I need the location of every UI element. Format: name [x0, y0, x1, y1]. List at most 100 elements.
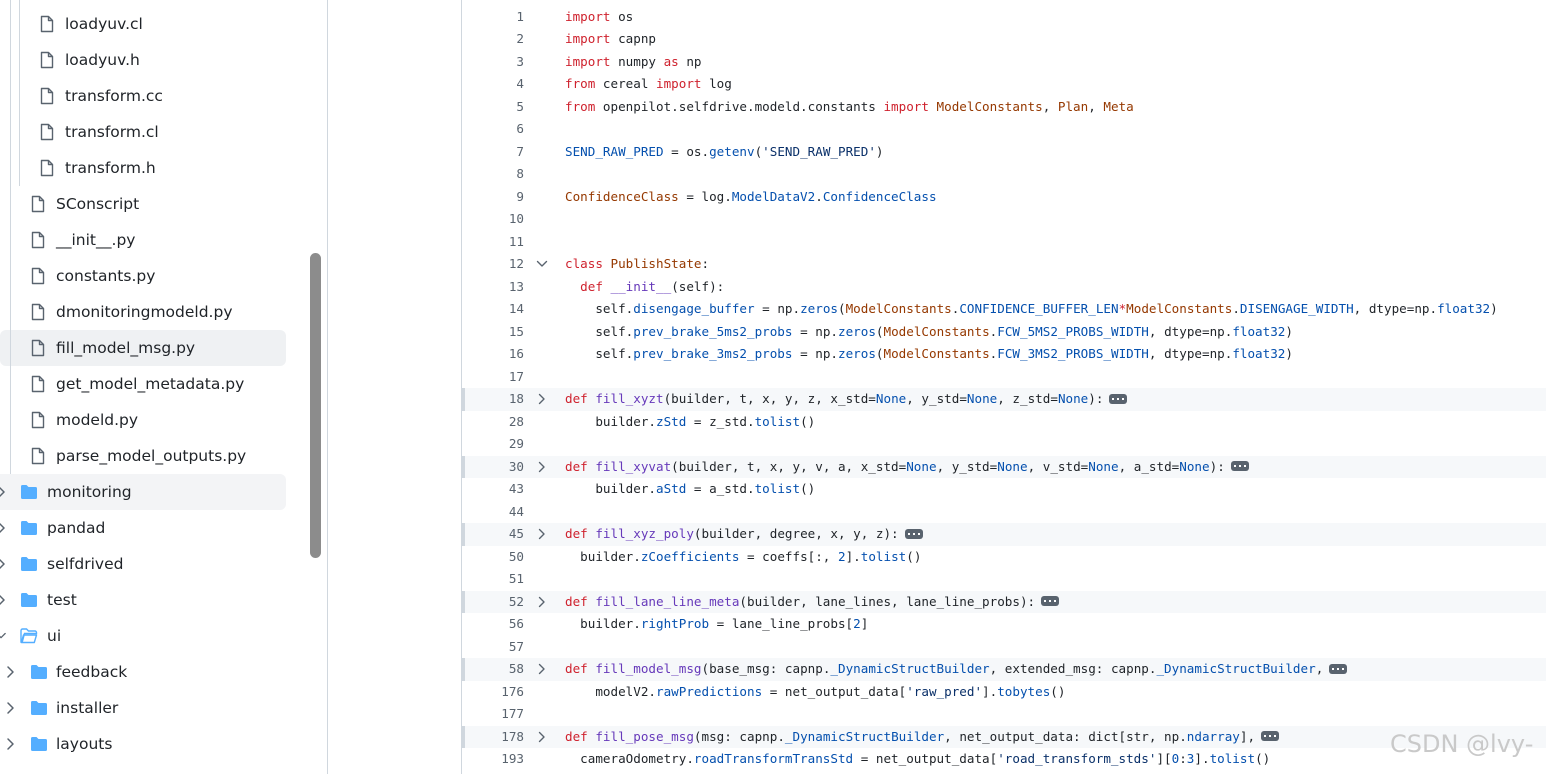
line-number[interactable]: 7 [462, 141, 524, 164]
tree-item-label: parse_model_outputs.py [56, 447, 247, 465]
tree-file-row[interactable]: transform.cc [0, 78, 286, 114]
tree-file-row[interactable]: dmonitoringmodeld.py [0, 294, 286, 330]
ellipsis-icon[interactable] [904, 528, 923, 539]
line-number[interactable]: 45 [462, 523, 524, 546]
line-number[interactable]: 176 [462, 681, 524, 704]
tree-file-row[interactable]: parse_model_outputs.py [0, 438, 286, 474]
code-line: 4 from cereal import log [462, 73, 1546, 96]
fold-collapse-icon[interactable] [536, 258, 548, 270]
code-text: import numpy as np [565, 53, 702, 69]
chevron-right-icon[interactable] [0, 485, 6, 499]
line-number[interactable]: 57 [462, 636, 524, 659]
ellipsis-icon[interactable] [1261, 731, 1280, 741]
tree-file-row[interactable]: loadyuv.h [0, 42, 286, 78]
tree-folder-row[interactable]: selfdrived [0, 546, 286, 582]
line-number[interactable]: 17 [462, 366, 524, 389]
tree-folder-row[interactable]: feedback [0, 654, 286, 690]
tree-folder-row[interactable]: ui [0, 618, 286, 654]
code-text: builder.rightProb = lane_line_probs[2] [565, 616, 869, 631]
code-line: 43 builder.aStd = a_std.tolist() [462, 478, 1546, 501]
tree-folder-row[interactable]: test [0, 582, 286, 618]
tree-file-row[interactable]: transform.h [0, 150, 286, 186]
code-text: import os [565, 8, 634, 24]
line-number[interactable]: 52 [462, 591, 524, 614]
ellipsis-icon[interactable] [1329, 663, 1348, 674]
ellipsis-icon[interactable] [1230, 461, 1249, 471]
tree-file-row[interactable]: __init__.py [0, 222, 286, 258]
line-number[interactable]: 4 [462, 73, 524, 96]
line-number[interactable]: 5 [462, 96, 524, 119]
fold-expand-icon[interactable] [536, 461, 548, 473]
tree-item-label: transform.cl [65, 123, 159, 141]
file-icon [31, 195, 45, 213]
chevron-right-icon[interactable] [5, 737, 15, 751]
line-number[interactable]: 56 [462, 613, 524, 636]
tree-file-row[interactable]: loadyuv.cl [0, 6, 286, 42]
code-viewer: 1 import os 2 import capnp 3 import numpy as … [462, 0, 1546, 774]
tree-folder-row[interactable]: pandad [0, 510, 286, 546]
pane-divider[interactable] [327, 0, 328, 774]
line-number[interactable]: 14 [462, 298, 524, 321]
fold-expand-icon[interactable] [536, 731, 548, 743]
tree-file-row[interactable]: modeld.py [0, 402, 286, 438]
code-text: def fill_xyz_poly(builder, degree, x, y,… [565, 523, 923, 546]
folder-icon [21, 593, 37, 607]
line-number[interactable]: 2 [462, 28, 524, 51]
line-number[interactable]: 16 [462, 343, 524, 366]
tree-folder-row[interactable]: layouts [0, 726, 286, 762]
fold-expand-icon[interactable] [536, 393, 548, 405]
line-number[interactable]: 11 [462, 231, 524, 254]
line-number[interactable]: 178 [462, 726, 524, 749]
line-number[interactable]: 51 [462, 568, 524, 591]
code-text: self.prev_brake_3ms2_probs = np.zeros(Mo… [565, 346, 1293, 361]
line-number[interactable]: 9 [462, 186, 524, 209]
chevron-right-icon[interactable] [5, 665, 15, 679]
tree-folder-row[interactable]: monitoring [0, 474, 286, 510]
file-icon [40, 123, 54, 141]
line-number[interactable]: 177 [462, 703, 524, 726]
line-number[interactable]: 50 [462, 546, 524, 569]
line-number[interactable]: 44 [462, 501, 524, 524]
line-number[interactable]: 58 [462, 658, 524, 681]
tree-file-row[interactable]: SConscript [0, 186, 286, 222]
line-number[interactable]: 193 [462, 748, 524, 771]
chevron-right-icon[interactable] [0, 521, 6, 535]
code-text: from cereal import log [565, 76, 732, 91]
line-number[interactable]: 3 [462, 51, 524, 74]
line-number[interactable]: 30 [462, 456, 524, 479]
chevron-down-icon[interactable] [0, 629, 6, 643]
tree-item-label: loadyuv.h [65, 51, 140, 69]
code-line: 9 ConfidenceClass = log.ModelDataV2.Confi… [462, 186, 1546, 209]
ellipsis-icon[interactable] [1109, 393, 1128, 404]
code-line: 176 modelV2.rawPredictions = net_output_… [462, 681, 1546, 704]
line-number[interactable]: 18 [462, 388, 524, 411]
fold-expand-icon[interactable] [536, 528, 548, 540]
line-number[interactable]: 13 [462, 276, 524, 299]
tree-folder-row[interactable]: installer [0, 690, 286, 726]
tree-file-row[interactable]: fill_model_msg.py [0, 330, 286, 366]
line-number[interactable]: 6 [462, 118, 524, 141]
code-text: self.disengage_buffer = np.zeros(ModelCo… [565, 301, 1498, 316]
line-number[interactable]: 10 [462, 208, 524, 231]
line-number[interactable]: 12 [462, 253, 524, 276]
file-icon [31, 231, 45, 249]
line-number[interactable]: 8 [462, 163, 524, 186]
line-number[interactable]: 43 [462, 478, 524, 501]
code-line: 18 def fill_xyzt(builder, t, x, y, z, x_s… [462, 388, 1546, 411]
fold-expand-icon[interactable] [536, 596, 548, 608]
folder-icon [31, 701, 47, 715]
file-icon [31, 267, 45, 285]
line-number[interactable]: 29 [462, 433, 524, 456]
scrollbar-thumb[interactable] [310, 253, 321, 558]
tree-file-row[interactable]: get_model_metadata.py [0, 366, 286, 402]
chevron-right-icon[interactable] [5, 701, 15, 715]
tree-file-row[interactable]: transform.cl [0, 114, 286, 150]
chevron-right-icon[interactable] [0, 557, 6, 571]
line-number[interactable]: 28 [462, 411, 524, 434]
ellipsis-icon[interactable] [1041, 596, 1060, 606]
line-number[interactable]: 1 [462, 6, 524, 29]
chevron-right-icon[interactable] [0, 593, 6, 607]
fold-expand-icon[interactable] [536, 663, 548, 675]
line-number[interactable]: 15 [462, 321, 524, 344]
tree-file-row[interactable]: constants.py [0, 258, 286, 294]
